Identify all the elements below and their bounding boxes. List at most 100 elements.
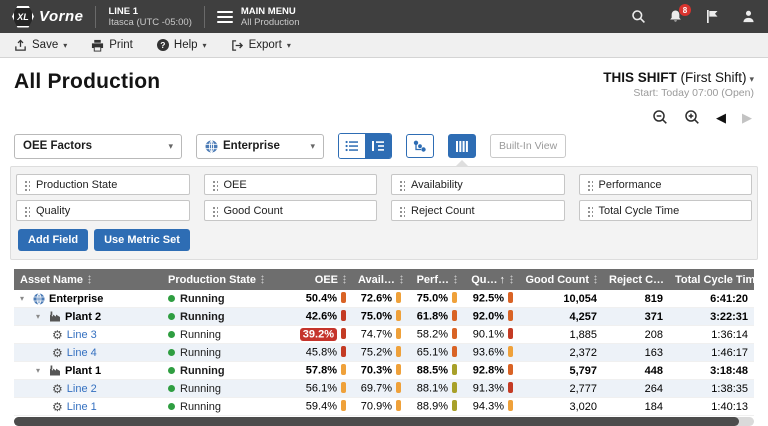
hierarchy-button[interactable]	[406, 134, 434, 158]
total-cycle-time-value: 3:18:48	[710, 364, 748, 377]
column-grip-icon[interactable]	[87, 274, 91, 284]
table-row[interactable]: ⚙ Line 3 Running 39.2% 74.7% 58.2% 90.1% 1,885 2…	[14, 326, 754, 344]
asset-name[interactable]: Line 2	[67, 383, 97, 395]
search-icon[interactable]	[631, 9, 646, 24]
metric-color-bar	[341, 310, 346, 322]
horizontal-scrollbar-thumb[interactable]	[14, 417, 740, 426]
zoom-in-icon[interactable]	[684, 109, 700, 125]
field-chip[interactable]: Performance	[578, 174, 752, 195]
field-chip[interactable]: OEE	[203, 174, 377, 195]
good-count-cell: 4,257	[519, 311, 603, 323]
drag-handle-icon[interactable]	[24, 178, 30, 191]
table-row[interactable]: ▾ Plant 1 Running 57.8% 70.3% 88.5% 92.8% 5,797…	[14, 362, 754, 380]
expand-chevron-icon[interactable]: ▾	[36, 312, 45, 321]
columns-button[interactable]	[448, 134, 476, 158]
column-header-label: Total Cycle Time	[675, 273, 754, 286]
asset-name-cell[interactable]: ⚙ Line 3	[14, 329, 162, 341]
column-grip-icon[interactable]	[261, 274, 265, 284]
metric-set-select[interactable]: OEE Factors ▾	[14, 133, 182, 159]
add-field-button[interactable]: Add Field	[18, 229, 89, 251]
flag-icon[interactable]	[705, 9, 719, 24]
list-icon	[345, 140, 358, 152]
column-header-perf[interactable]: Perf…	[407, 274, 463, 286]
field-chip[interactable]: Good Count	[203, 200, 377, 221]
column-header-asset-name[interactable]: Asset Name	[14, 274, 162, 286]
drag-handle-icon[interactable]	[399, 204, 405, 217]
column-grip-icon[interactable]	[594, 274, 597, 284]
availability-value: 72.6%	[360, 292, 392, 305]
column-header-good-count[interactable]: Good Count	[519, 274, 603, 286]
column-grip-icon[interactable]	[343, 274, 346, 284]
save-button[interactable]: Save ▾	[14, 38, 67, 52]
previous-period-icon[interactable]: ◀	[716, 111, 726, 124]
field-chip[interactable]: Production State	[16, 174, 190, 195]
column-grip-icon[interactable]	[399, 274, 403, 284]
good-count-cell: 10,054	[519, 293, 603, 305]
availability-value: 75.0%	[360, 310, 392, 323]
column-header-qu[interactable]: Qu… ↑	[463, 274, 519, 286]
notifications-bell-icon[interactable]: 8	[668, 4, 691, 24]
expand-chevron-icon[interactable]: ▾	[36, 366, 45, 375]
production-state-value: Running	[180, 364, 225, 377]
field-chip[interactable]: Total Cycle Time	[578, 200, 752, 221]
shift-selector[interactable]: THIS SHIFT (First Shift) ▾	[603, 70, 754, 85]
table-body: ▾ Enterprise Running 50.4% 72.6% 75.0% 92.5% 10…	[14, 290, 754, 416]
tree-view-button[interactable]	[365, 134, 391, 158]
column-header-oee[interactable]: OEE	[292, 274, 352, 286]
save-icon	[15, 38, 26, 51]
column-header-total-cycle-time[interactable]: Total Cycle Time	[669, 274, 754, 286]
drag-handle-icon[interactable]	[24, 204, 30, 217]
asset-name-cell[interactable]: ▾ Plant 1	[14, 365, 162, 377]
column-header-production-state[interactable]: Production State	[162, 274, 292, 286]
asset-name-cell[interactable]: ⚙ Line 2	[14, 383, 162, 395]
field-chip-label: Good Count	[223, 204, 283, 217]
asset-name[interactable]: Line 4	[67, 347, 97, 359]
column-header-reject-c[interactable]: Reject C…	[603, 274, 669, 286]
next-period-icon[interactable]: ▶	[742, 111, 752, 124]
top-bar: XL Vorne LINE 1 Itasca (UTC -05:00) MAIN…	[0, 0, 768, 33]
main-menu-icon[interactable]	[216, 10, 233, 23]
table-row[interactable]: ⚙ Line 1 Running 59.4% 70.9% 88.9% 94.3% 3,020 1…	[14, 398, 754, 416]
table-row[interactable]: ▾ Plant 2 Running 42.6% 75.0% 61.8% 92.0% 4,257…	[14, 308, 754, 326]
list-view-button[interactable]	[339, 134, 365, 158]
table-row[interactable]: ⚙ Line 4 Running 45.8% 75.2% 65.1% 93.6% 2,372 1…	[14, 344, 754, 362]
column-header-avail[interactable]: Avail…	[352, 274, 407, 286]
oee-cell: 50.4%	[292, 292, 352, 305]
asset-name[interactable]: Line 3	[67, 329, 97, 341]
zoom-out-icon[interactable]	[652, 109, 668, 125]
field-chip[interactable]: Reject Count	[391, 200, 565, 221]
horizontal-scrollbar-track[interactable]	[14, 417, 754, 426]
column-grip-icon[interactable]	[454, 274, 457, 284]
column-grip-icon[interactable]	[510, 274, 513, 284]
quality-cell: 92.0%	[463, 310, 519, 323]
drag-handle-icon[interactable]	[586, 204, 593, 217]
asset-name-cell[interactable]: ▾ Enterprise	[14, 293, 162, 305]
help-button[interactable]: ? Help ▾	[156, 39, 207, 51]
gear-icon: ⚙	[52, 399, 63, 414]
asset-name-cell[interactable]: ▾ Plant 2	[14, 311, 162, 323]
field-chip[interactable]: Quality	[16, 200, 190, 221]
quality-cell: 91.3%	[463, 382, 519, 395]
asset-name-cell[interactable]: ⚙ Line 4	[14, 347, 162, 359]
drag-handle-icon[interactable]	[399, 178, 405, 191]
performance-cell: 65.1%	[407, 346, 463, 359]
menu-info[interactable]: MAIN MENU All Production	[241, 6, 300, 28]
user-icon[interactable]	[741, 9, 756, 24]
metric-color-bar	[396, 346, 401, 358]
expand-chevron-icon[interactable]: ▾	[20, 294, 29, 303]
drag-handle-icon[interactable]	[211, 204, 218, 217]
drag-handle-icon[interactable]	[586, 178, 593, 191]
print-button[interactable]: Print	[91, 39, 133, 52]
drag-handle-icon[interactable]	[211, 178, 218, 191]
field-chip[interactable]: Availability	[391, 174, 565, 195]
vorne-logo[interactable]: XL Vorne	[12, 5, 83, 28]
asset-select[interactable]: Enterprise ▾	[196, 133, 324, 159]
quality-value: 93.6%	[472, 346, 504, 359]
running-status-icon	[168, 330, 175, 338]
metric-color-bar	[452, 400, 457, 412]
use-metric-set-button[interactable]: Use Metric Set	[94, 229, 190, 251]
availability-cell: 69.7%	[352, 382, 407, 395]
table-row[interactable]: ⚙ Line 2 Running 56.1% 69.7% 88.1% 91.3% 2,777 2…	[14, 380, 754, 398]
table-row[interactable]: ▾ Enterprise Running 50.4% 72.6% 75.0% 92.5% 10…	[14, 290, 754, 308]
export-button[interactable]: Export ▾	[231, 39, 291, 52]
